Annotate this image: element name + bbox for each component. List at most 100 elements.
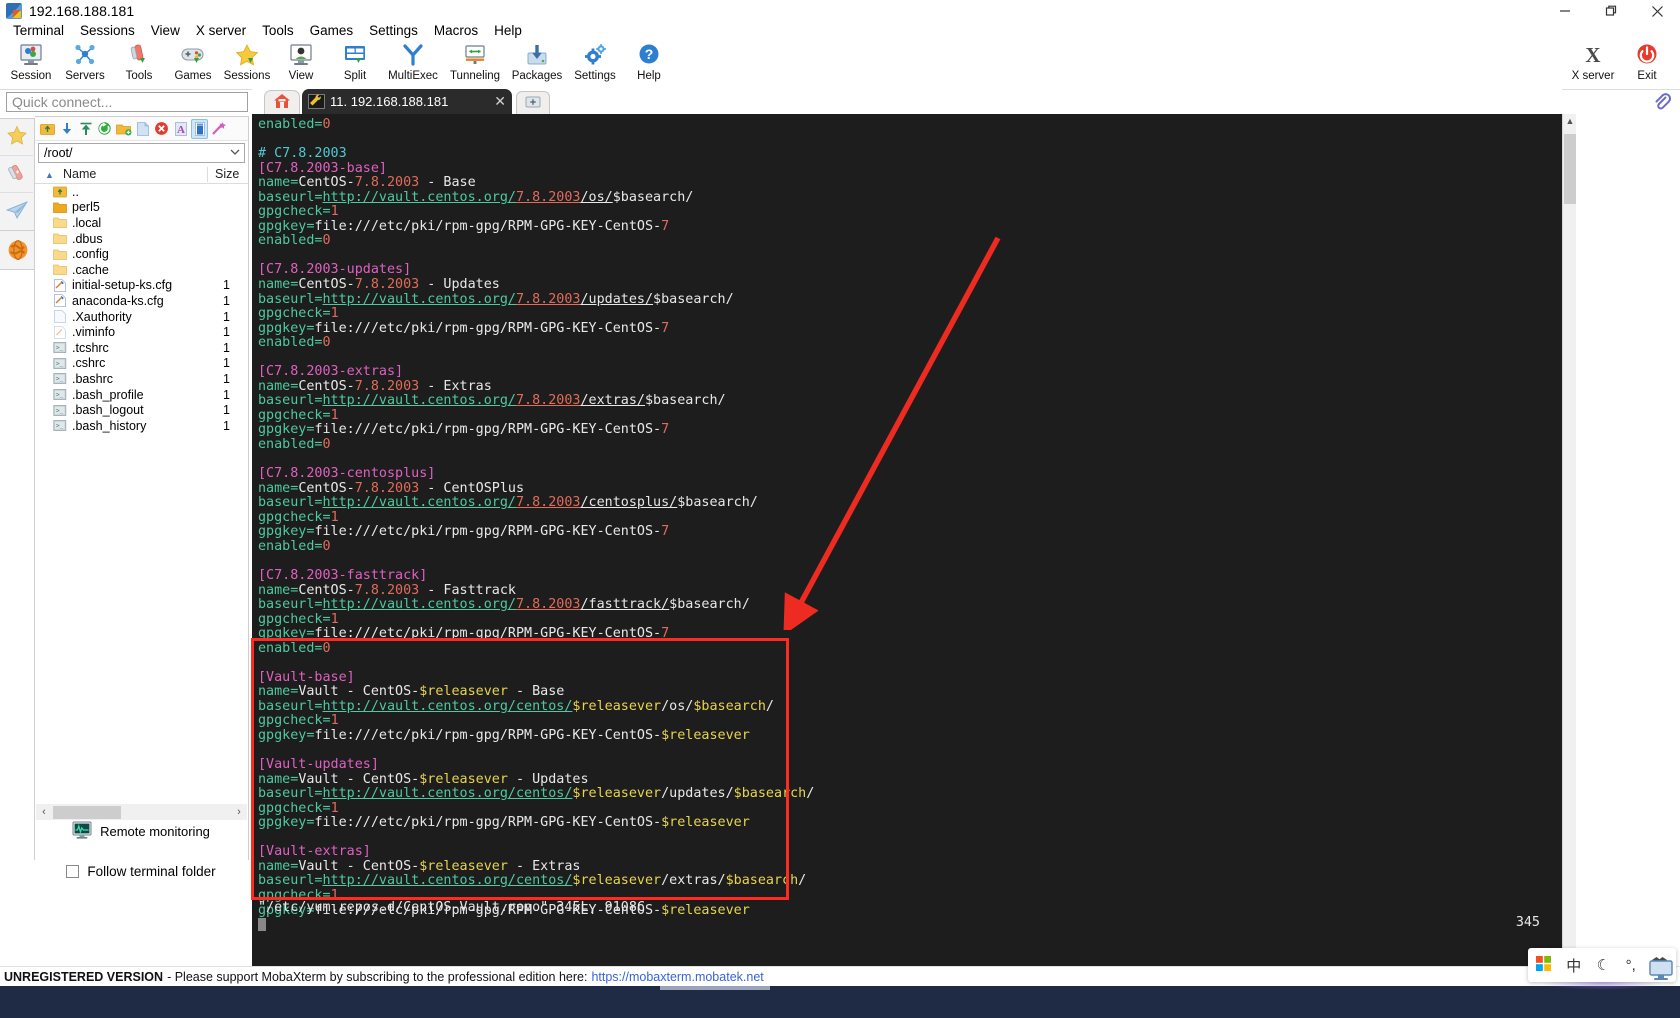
ribbon-games-button[interactable]: Games: [166, 40, 220, 90]
file-row[interactable]: >_ .cshrc 1: [35, 356, 248, 372]
menu-games[interactable]: Games: [302, 22, 362, 40]
maximize-icon[interactable]: [1588, 0, 1634, 22]
menu-view[interactable]: View: [143, 22, 188, 40]
ribbon-help-button[interactable]: ? Help: [622, 40, 676, 90]
file-row[interactable]: >_ .bashrc 1: [35, 371, 248, 387]
terminal-scrollbar-thumb[interactable]: [1564, 134, 1576, 204]
ribbon-multiexec-button[interactable]: MultiExec: [382, 40, 444, 90]
column-header-name[interactable]: Name: [63, 167, 96, 181]
file-size: 1: [223, 293, 230, 308]
scroll-up-arrow-icon[interactable]: ▲: [1563, 114, 1577, 128]
download-icon[interactable]: [58, 119, 75, 139]
ribbon-split-button[interactable]: Split: [328, 40, 382, 90]
edit-wand-icon[interactable]: [210, 119, 227, 139]
file-row[interactable]: .viminfo 1: [35, 324, 248, 340]
file-row[interactable]: >_ .bash_history 1: [35, 418, 248, 434]
ribbon-view-button[interactable]: View: [274, 40, 328, 90]
ribbon-servers-button[interactable]: Servers: [58, 40, 112, 90]
chevron-down-icon[interactable]: [229, 146, 241, 160]
terminal-line: gpgkey=file:///etc/pki/rpm-gpg/RPM-GPG-K…: [258, 524, 670, 540]
terminal-line: gpgcheck=1: [258, 713, 339, 729]
file-row[interactable]: .cache: [35, 262, 248, 278]
sftp-path-field[interactable]: /root/: [38, 143, 245, 163]
scroll-left-arrow-icon[interactable]: ‹: [36, 806, 52, 818]
ribbon-sessions-button[interactable]: Sessions: [220, 40, 274, 90]
binary-mode-icon[interactable]: [191, 118, 208, 139]
remote-monitoring-row[interactable]: Remote monitoring: [35, 820, 247, 842]
display-icon[interactable]: [1648, 959, 1674, 984]
terminal-output[interactable]: enabled=0 # C7.8.2003 [C7.8.2003-base] nam…: [252, 114, 1562, 980]
ribbon-tunneling-button[interactable]: Tunneling: [444, 40, 506, 90]
ime-chinese-icon[interactable]: 中: [1566, 955, 1581, 976]
file-row[interactable]: .dbus: [35, 231, 248, 247]
rail-sessions-button[interactable]: [0, 119, 33, 156]
close-icon[interactable]: [1634, 0, 1680, 22]
file-row[interactable]: .local: [35, 215, 248, 231]
menu-tools[interactable]: Tools: [254, 22, 302, 40]
mobaxterm-link[interactable]: https://mobaxterm.mobatek.net: [591, 970, 763, 984]
home-tab[interactable]: [264, 90, 300, 114]
ribbon-settings-button[interactable]: Settings: [568, 40, 622, 90]
attachment-clip-icon[interactable]: [1652, 92, 1672, 115]
terminal-line: name=CentOS-7.8.2003 - Base: [258, 175, 476, 191]
rail-sftp-button[interactable]: [0, 193, 33, 230]
terminal-line: gpgkey=file:///etc/pki/rpm-gpg/RPM-GPG-K…: [258, 422, 670, 438]
windows-taskbar[interactable]: [0, 986, 1680, 1018]
follow-terminal-folder-checkbox[interactable]: [66, 864, 80, 878]
delete-icon[interactable]: [153, 119, 170, 139]
rail-tools-button[interactable]: [0, 156, 33, 193]
new-tab-button[interactable]: [516, 91, 550, 114]
file-row[interactable]: .config: [35, 246, 248, 262]
unregistered-message: - Please support MobaXterm by subscribin…: [167, 969, 588, 984]
ribbon-exit-button[interactable]: Exit: [1620, 40, 1674, 90]
scrollbar-thumb[interactable]: [53, 805, 121, 819]
file-row[interactable]: >_ .bash_profile 1: [35, 387, 248, 403]
sort-asc-icon[interactable]: ▲: [45, 170, 54, 180]
windows-logo-icon[interactable]: [1535, 956, 1551, 974]
file-row[interactable]: anaconda-ks.cfg 1: [35, 293, 248, 309]
sftp-horizontal-scrollbar[interactable]: ‹ ›: [36, 804, 247, 820]
follow-terminal-folder-row[interactable]: Follow terminal folder: [35, 860, 247, 882]
scroll-right-arrow-icon[interactable]: ›: [231, 806, 247, 818]
svg-text:X: X: [1585, 43, 1600, 67]
file-row[interactable]: >_ .tcshrc 1: [35, 340, 248, 356]
ribbon-tools-button[interactable]: Tools: [112, 40, 166, 90]
ribbon-session-button[interactable]: Session: [4, 40, 58, 90]
file-row[interactable]: .Xauthority 1: [35, 309, 248, 325]
go-up-icon[interactable]: [39, 119, 56, 139]
menu-macros[interactable]: Macros: [426, 22, 486, 40]
file-row[interactable]: ..: [35, 184, 248, 200]
terminal-line: gpgcheck=1: [258, 611, 339, 627]
menu-terminal[interactable]: Terminal: [5, 22, 72, 40]
new-folder-icon[interactable]: [115, 119, 132, 139]
ribbon-x-server-button[interactable]: X X server: [1566, 40, 1620, 90]
file-type-icon: >_: [53, 372, 67, 385]
file-row[interactable]: initial-setup-ks.cfg 1: [35, 278, 248, 294]
menu-help[interactable]: Help: [486, 22, 530, 40]
degree-comma-icon[interactable]: °,: [1626, 957, 1636, 974]
refresh-icon[interactable]: [96, 119, 113, 139]
active-terminal-tab[interactable]: 11. 192.168.188.181 ✕: [302, 89, 512, 114]
menu-settings[interactable]: Settings: [361, 22, 426, 40]
sftp-file-list[interactable]: .. perl5 .local .dbus .config .cache initial-s…: [35, 184, 248, 434]
file-type-icon: [53, 310, 67, 323]
rail-macros-button[interactable]: [0, 232, 35, 270]
moon-icon[interactable]: ☾: [1597, 956, 1610, 974]
text-mode-icon[interactable]: A: [172, 119, 189, 139]
new-file-icon[interactable]: [134, 119, 151, 139]
column-header-size[interactable]: Size: [215, 167, 239, 181]
ribbon-settings-label: Settings: [574, 70, 616, 82]
ribbon-packages-button[interactable]: Packages: [506, 40, 568, 90]
file-row[interactable]: >_ .bash_logout 1: [35, 402, 248, 418]
quick-connect-input[interactable]: Quick connect...: [6, 92, 248, 112]
minimize-icon[interactable]: [1542, 0, 1588, 22]
close-icon[interactable]: ✕: [494, 93, 506, 110]
file-row[interactable]: perl5: [35, 200, 248, 216]
upload-icon[interactable]: [77, 119, 94, 139]
menu-sessions[interactable]: Sessions: [72, 22, 143, 40]
ribbon-multiexec-label: MultiExec: [388, 70, 438, 82]
menu-x-server[interactable]: X server: [188, 22, 254, 40]
terminal-scrollbar[interactable]: ▲ ▼: [1562, 114, 1576, 980]
